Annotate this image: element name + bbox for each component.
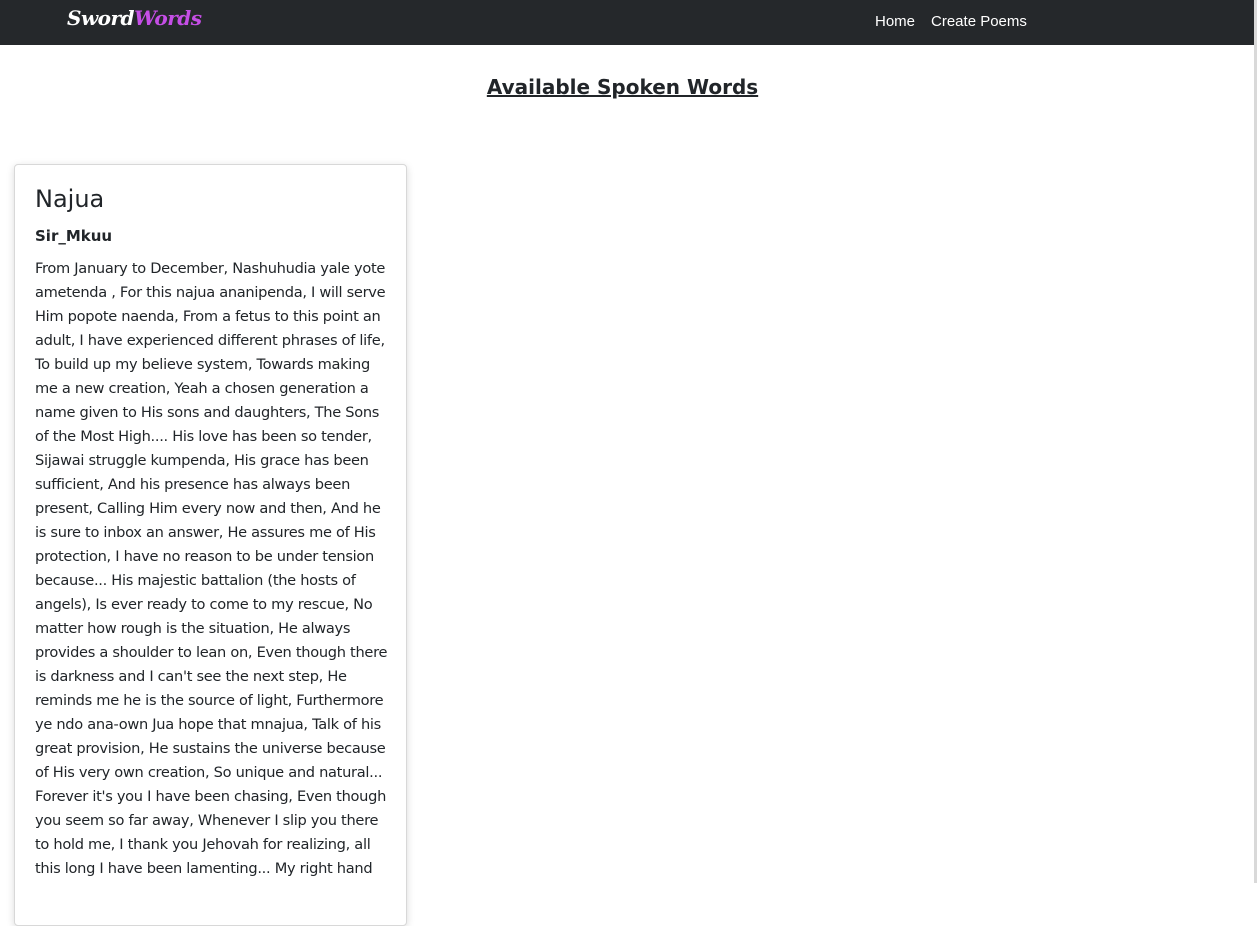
nav-links: Home Create Poems <box>875 13 1027 30</box>
brand-logo-part1: Sword <box>67 6 135 30</box>
poem-card: Najua Sir_Mkuu From January to December,… <box>14 164 407 926</box>
nav-link-home[interactable]: Home <box>875 13 915 30</box>
top-navbar: SwordWords Home Create Poems <box>0 0 1254 45</box>
brand-logo-part2: Words <box>134 6 202 30</box>
poem-body: From January to December, Nashuhudia yal… <box>35 260 388 877</box>
page-title: Available Spoken Words <box>486 75 759 99</box>
brand-logo[interactable]: SwordWords <box>67 6 202 30</box>
nav-link-create-poems[interactable]: Create Poems <box>931 13 1027 30</box>
poem-author: Sir_Mkuu <box>35 227 113 245</box>
poem-title: Najua <box>35 185 105 213</box>
